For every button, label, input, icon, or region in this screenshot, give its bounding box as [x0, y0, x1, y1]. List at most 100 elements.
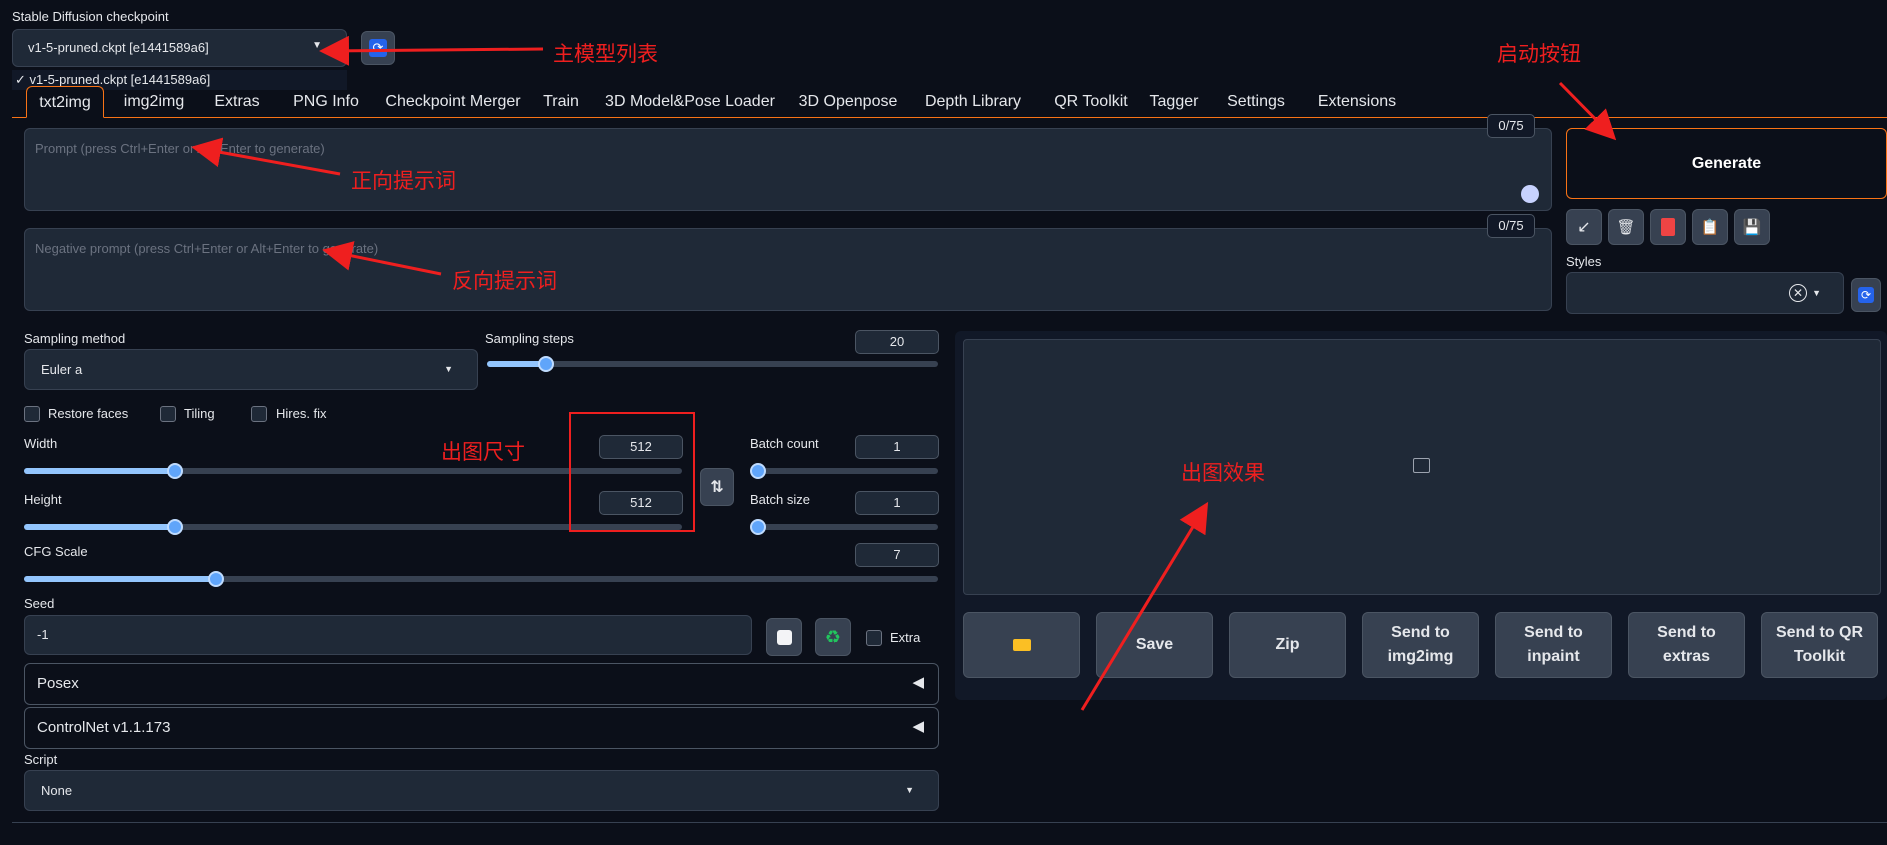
- extra-seed-label: Extra: [890, 630, 921, 645]
- tab-3d-model-pose-loader[interactable]: 3D Model&Pose Loader: [595, 86, 785, 118]
- recycle-icon: ♻: [824, 626, 842, 647]
- script-label: Script: [24, 752, 58, 767]
- clipboard-icon: 📋: [1700, 219, 1720, 236]
- zip-button[interactable]: Zip: [1229, 612, 1346, 678]
- annotation-start-button: 启动按钮: [1497, 42, 1581, 66]
- seed-label: Seed: [24, 596, 55, 611]
- read-params-button[interactable]: ↙: [1566, 209, 1602, 245]
- tab-qr-toolkit[interactable]: QR Toolkit: [1033, 86, 1149, 118]
- send-to-extras-button[interactable]: Send to extras: [1628, 612, 1745, 678]
- seed-input[interactable]: -1: [24, 615, 752, 655]
- posex-accordion[interactable]: Posex ◀: [24, 663, 939, 705]
- extra-seed-checkbox[interactable]: [866, 630, 882, 646]
- slider-thumb[interactable]: [167, 519, 184, 535]
- sampling-method-select[interactable]: Euler a ▼: [24, 349, 478, 390]
- tab-settings[interactable]: Settings: [1211, 86, 1301, 118]
- tab-checkpoint-merger[interactable]: Checkpoint Merger: [368, 86, 538, 118]
- tab-txt2img[interactable]: txt2img: [26, 86, 104, 118]
- reuse-seed-button[interactable]: ♻: [815, 618, 851, 656]
- output-image-area[interactable]: [963, 339, 1881, 595]
- slider-fill: [24, 468, 176, 474]
- refresh-checkpoint-button[interactable]: ⟳: [361, 31, 395, 65]
- refresh-icon: ⟳: [1858, 287, 1874, 303]
- tab-3d-openpose[interactable]: 3D Openpose: [783, 86, 913, 118]
- open-folder-button[interactable]: [963, 612, 1080, 678]
- tiling-checkbox[interactable]: [160, 406, 176, 422]
- chevron-down-icon: ▼: [905, 785, 914, 795]
- card-icon: [1661, 218, 1675, 236]
- batch-size-input[interactable]: 1: [855, 491, 939, 515]
- checkpoint-select[interactable]: v1-5-pruned.ckpt [e1441589a6] ▼: [12, 29, 347, 67]
- annotation-positive-prompt: 正向提示词: [351, 169, 456, 193]
- annotation-model-list: 主模型列表: [553, 42, 658, 66]
- script-value: None: [41, 783, 73, 798]
- negative-token-counter: 0/75: [1487, 214, 1535, 238]
- cfg-scale-input[interactable]: 7: [855, 543, 939, 567]
- dice-icon: [776, 629, 792, 645]
- height-label: Height: [24, 492, 62, 507]
- floppy-disk-icon: 💾: [1742, 219, 1762, 236]
- tab-img2img[interactable]: img2img: [112, 86, 196, 118]
- batch-size-label: Batch size: [750, 492, 810, 507]
- slider-fill: [487, 361, 546, 367]
- prompt-input[interactable]: Prompt (press Ctrl+Enter or Alt+Enter to…: [24, 128, 1552, 211]
- tab-extensions[interactable]: Extensions: [1302, 86, 1412, 118]
- slider-thumb[interactable]: [750, 519, 766, 535]
- slider-fill: [24, 576, 216, 582]
- swap-dimensions-button[interactable]: ⇅: [700, 468, 734, 506]
- negative-prompt-input[interactable]: Negative prompt (press Ctrl+Enter or Alt…: [24, 228, 1552, 311]
- send-to-qr-toolkit-button[interactable]: Send to QR Toolkit: [1761, 612, 1878, 678]
- seed-value: -1: [37, 627, 49, 642]
- tab-extras[interactable]: Extras: [202, 86, 272, 118]
- slider-thumb[interactable]: [207, 571, 224, 587]
- restore-faces-label: Restore faces: [48, 406, 129, 421]
- chevron-down-icon: ▼: [1812, 288, 1821, 298]
- random-seed-button[interactable]: [766, 618, 802, 656]
- refresh-styles-button[interactable]: ⟳: [1851, 278, 1881, 312]
- chevron-down-icon: ▼: [444, 364, 453, 374]
- sampling-method-label: Sampling method: [24, 331, 126, 346]
- arrow-diagonal-icon: ↙: [1577, 219, 1591, 236]
- styles-label: Styles: [1566, 254, 1602, 269]
- slider-thumb[interactable]: [537, 356, 554, 372]
- checkpoint-label: Stable Diffusion checkpoint: [12, 9, 169, 24]
- swap-arrows-icon: ⇅: [710, 479, 724, 496]
- slider-thumb[interactable]: [167, 463, 184, 479]
- script-select[interactable]: None ▼: [24, 770, 939, 811]
- sampling-steps-slider[interactable]: [487, 356, 938, 372]
- width-label: Width: [24, 436, 58, 451]
- send-to-img2img-button[interactable]: Send to img2img: [1362, 612, 1479, 678]
- cfg-scale-label: CFG Scale: [24, 544, 88, 559]
- controlnet-accordion[interactable]: ControlNet v1.1.173 ◀: [24, 707, 939, 749]
- sampling-steps-input[interactable]: 20: [855, 330, 939, 354]
- arrow-model-list: [319, 35, 544, 66]
- clear-icon[interactable]: ✕: [1789, 284, 1807, 302]
- cfg-scale-slider[interactable]: [24, 571, 938, 587]
- chevron-down-icon: ▼: [312, 40, 322, 51]
- apply-style-button[interactable]: 📋: [1692, 209, 1728, 245]
- styles-select[interactable]: ✕ ▼: [1566, 272, 1844, 314]
- prompt-token-counter: 0/75: [1487, 114, 1535, 138]
- tab-depth-library[interactable]: Depth Library: [908, 86, 1038, 118]
- folder-icon: [1012, 639, 1031, 651]
- slider-thumb[interactable]: [750, 463, 766, 479]
- assistant-icon[interactable]: [1521, 185, 1539, 203]
- send-to-inpaint-button[interactable]: Send to inpaint: [1495, 612, 1612, 678]
- save-style-button[interactable]: 💾: [1734, 209, 1770, 245]
- extra-networks-button[interactable]: [1650, 209, 1686, 245]
- clear-prompt-button[interactable]: 🗑: [1608, 209, 1644, 245]
- restore-faces-checkbox[interactable]: [24, 406, 40, 422]
- batch-count-input[interactable]: 1: [855, 435, 939, 459]
- batch-count-slider[interactable]: [750, 463, 938, 479]
- save-button[interactable]: Save: [1096, 612, 1213, 678]
- prompt-placeholder: Prompt (press Ctrl+Enter or Alt+Enter to…: [35, 141, 325, 156]
- tab-tagger[interactable]: Tagger: [1137, 86, 1211, 118]
- tab-png-info[interactable]: PNG Info: [276, 86, 376, 118]
- tab-bar: txt2img img2img Extras PNG Info Checkpoi…: [12, 86, 1887, 118]
- hires-fix-checkbox[interactable]: [251, 406, 267, 422]
- batch-size-slider[interactable]: [750, 519, 938, 535]
- tab-train[interactable]: Train: [531, 86, 591, 118]
- checkpoint-value: v1-5-pruned.ckpt [e1441589a6]: [28, 40, 209, 55]
- size-highlight-box: [569, 412, 695, 532]
- generate-button[interactable]: Generate: [1566, 128, 1887, 199]
